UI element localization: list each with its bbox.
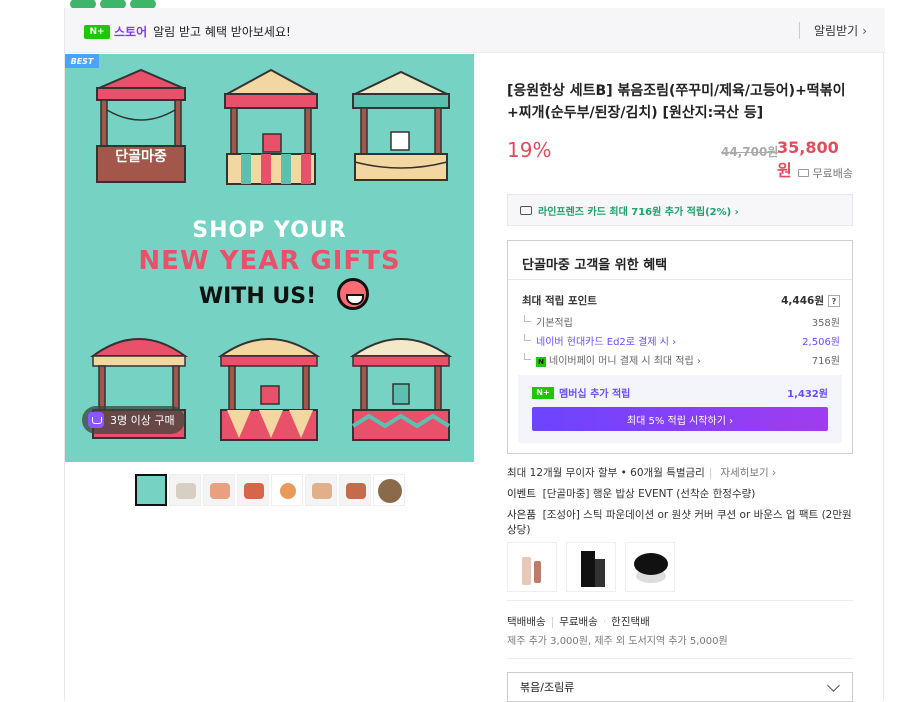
alarm-label: 알림받기 [814,24,859,38]
benefit-box: 단골마중 고객을 위한 혜택 최대 적립 포인트 4,446원? 기본적립 35… [507,240,853,454]
max-point-row: 최대 적립 포인트 4,446원? [522,293,840,308]
nplus-logo-icon: N+ [84,24,110,39]
membership-start-button[interactable]: 최대 5% 적립 시작하기 › [532,407,828,431]
max-point-label: 최대 적립 포인트 [522,295,597,307]
headline-line-2: NEW YEAR GIFTS [138,246,401,276]
market-stall-illustration [349,338,453,441]
thumbnail-6[interactable] [305,474,337,506]
max-point-amount: 4,446원 [781,295,824,307]
thumbnail-3[interactable] [203,474,235,506]
npay-icon: N [536,357,546,367]
market-stall-illustration [96,68,186,183]
hyundai-card-label: 네이버 현대카드 Ed2로 결제 시 › [536,337,677,348]
top-strip [0,0,900,9]
credit-card-icon [520,205,532,215]
product-page: N+ 스토어 알림 받고 혜택 받아보세요! 알림받기› BEST 단골마중 [64,8,885,702]
gift-key: 사은품 [507,509,536,521]
membership-box: N+ 멤버십 추가 적립 1,432원 최대 5% 적립 시작하기 › [518,375,842,443]
notification-banner: N+ 스토어 알림 받고 혜택 받아보세요! 알림받기 › [65,8,885,53]
membership-label: 멤버십 추가 적립 [559,389,631,400]
membership-value: 1,432원 [787,389,828,400]
brand-logo [70,0,190,9]
shipping-label: 무료배송 [812,167,853,180]
delivery-fee: 무료배송 [559,616,598,628]
bag-icon [88,412,104,428]
divider [508,279,852,280]
divider [507,600,853,601]
basic-point-label: 기본적립 [536,318,573,329]
headline-line-3: WITH US! [198,284,317,309]
market-stall-illustration [352,70,450,181]
gift-text: [조성아] 스틱 파운데이션 or 원샷 커버 쿠션 or 바운스 업 팩트 (… [507,509,852,536]
gift-row: 사은품 [조성아] 스틱 파운데이션 or 원샷 커버 쿠션 or 바운스 업 … [507,508,853,538]
option-select-value: 볶음/조림류 [520,681,575,694]
npay-money-row[interactable]: N 네이버페이 머니 결제 시 최대 적립 › 716원 [522,352,840,367]
main-product-image[interactable]: BEST 단골마중 SHOP YOUR NEW YEAR GIFTS WITH … [65,54,474,462]
gift-images [507,542,684,592]
headline-line-1: SHOP YOUR [192,218,347,243]
thumbnail-strip [135,474,407,506]
market-stall-illustration [217,338,321,441]
chevron-right-icon: › [862,24,867,38]
max-point-value: 4,446원? [781,293,840,308]
banner-message: 알림 받고 혜택 받아보세요! [153,25,291,39]
stall-sign: 단골마중 [115,149,167,165]
chevron-down-icon [827,679,840,692]
npay-money-value: 716원 [811,356,840,367]
help-icon[interactable]: ? [828,295,840,307]
market-stall-illustration [224,68,318,185]
gift-image-bounce-pact[interactable] [625,542,675,592]
thumbnail-2[interactable] [169,474,201,506]
product-title: [응원한상 세트B] 볶음조림(쭈꾸미/제육/고등어)+떡볶이+찌개(순두부/된… [507,83,846,121]
thumbnail-4[interactable] [237,474,269,506]
event-key: 이벤트 [507,488,536,500]
delivery-extra-fee: 제주 추가 3,000원, 제주 외 도서지역 추가 5,000원 [507,636,728,647]
option-select[interactable]: 볶음/조림류 [507,672,853,702]
smile-face-icon [337,278,369,310]
card-promo-link[interactable]: 라인프렌즈 카드 최대 716원 추가 적립(2%) › [507,194,853,226]
purchase-count-label: 3명 이상 구매 [110,414,175,427]
benefit-title: 단골마중 고객을 위한 혜택 [522,258,668,273]
delivery-carrier: 한진택배 [611,616,650,628]
alarm-button[interactable]: 알림받기 › [799,22,867,39]
hyundai-card-value: 2,506원 [802,337,840,348]
purchase-count-badge: 3명 이상 구매 [82,406,185,434]
installment-row: 최대 12개월 무이자 할부 • 60개월 특별금리 | 자세히보기 › [507,467,777,479]
thumbnail-8[interactable] [373,474,405,506]
extra-info: 최대 12개월 무이자 할부 • 60개월 특별금리 | 자세히보기 › 이벤트 [… [507,466,853,544]
store-label: 스토어 [114,25,148,39]
nplus-store-notice: N+ 스토어 알림 받고 혜택 받아보세요! [84,23,291,40]
membership-label-group: N+ 멤버십 추가 적립 [532,385,630,400]
thumbnail-5[interactable] [271,474,303,506]
original-price: 44,700원 [721,145,779,159]
thumbnail-7[interactable] [339,474,371,506]
gift-image-cover-cushion[interactable] [566,542,616,592]
thumbnail-1[interactable] [135,474,167,506]
best-badge: BEST [65,54,99,68]
npay-money-label: 네이버페이 머니 결제 시 최대 적립 › [549,356,701,367]
card-promo-text: 라인프렌즈 카드 최대 716원 추가 적립(2%) › [538,206,739,218]
nplus-membership-icon: N+ [532,386,554,399]
installment-text: 최대 12개월 무이자 할부 • 60개월 특별금리 [507,467,705,479]
event-row: 이벤트 [단골마중] 행운 밥상 EVENT (선착순 한정수량) [507,487,853,502]
shipping-info: 무료배송 [797,165,853,181]
discount-rate: 19% [507,138,552,162]
delivery-type: 택배배송 [507,616,546,628]
truck-icon [797,169,809,177]
hyundai-card-row[interactable]: 네이버 현대카드 Ed2로 결제 시 › 2,506원 [522,333,840,348]
basic-point-row: 기본적립 358원 [522,314,840,329]
gift-image-foundation-stick[interactable] [507,542,557,592]
event-text: [단골마중] 행운 밥상 EVENT (선착순 한정수량) [542,488,756,500]
delivery-info: 택배배송 | 무료배송 · 한진택배 [507,616,650,628]
divider [507,658,853,659]
installment-detail-link[interactable]: 자세히보기 › [720,467,776,479]
basic-point-value: 358원 [811,318,840,329]
